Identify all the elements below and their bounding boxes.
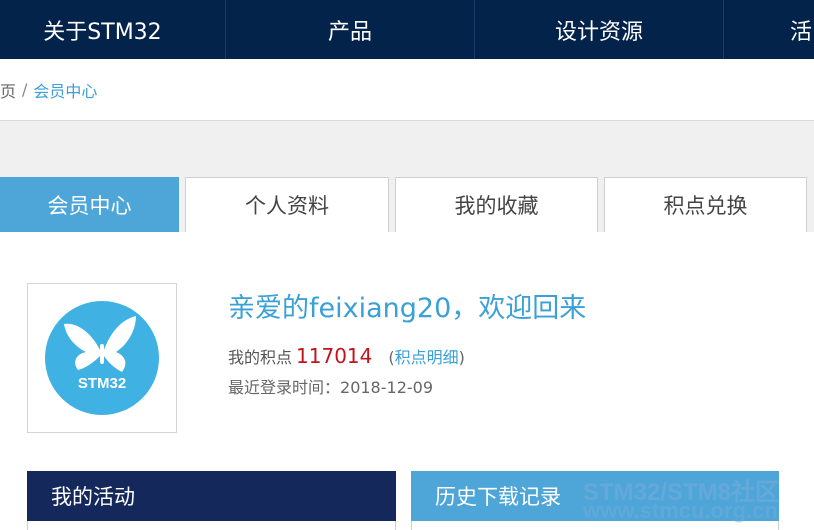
last-login-value: 2018-12-09 (340, 378, 433, 397)
my-activities-body (27, 521, 396, 530)
tab-member-center[interactable]: 会员中心 (0, 177, 179, 232)
tab-profile[interactable]: 个人资料 (185, 177, 389, 232)
breadcrumb-home[interactable]: 页 (0, 78, 16, 102)
breadcrumb: 页 / 会员中心 (0, 59, 814, 121)
points-detail-close: ) (458, 348, 465, 367)
welcome-greeting: 亲爱的feixiang20，欢迎回来 (228, 293, 587, 324)
download-history-title: 历史下载记录 (411, 471, 779, 521)
download-history-body (411, 521, 779, 530)
nav-item-products[interactable]: 产品 (226, 0, 475, 59)
points-detail: (积点明细) (388, 344, 465, 368)
breadcrumb-separator: / (22, 80, 28, 99)
my-activities-title: 我的活动 (27, 471, 396, 521)
member-tabs: 会员中心 个人资料 我的收藏 积点兑换 (0, 177, 814, 232)
avatar: STM32 (27, 283, 177, 433)
points-detail-link[interactable]: 积点明细 (395, 348, 459, 367)
points-line: 我的积点 117014 (积点明细) (228, 344, 465, 368)
stm32-logo-icon: STM32 (45, 301, 159, 415)
points-label: 我的积点 (228, 348, 293, 367)
nav-item-about-stm32[interactable]: 关于STM32 (0, 0, 226, 59)
last-login: 最近登录时间：2018-12-09 (228, 374, 433, 398)
breadcrumb-current[interactable]: 会员中心 (33, 78, 97, 102)
tab-favorites[interactable]: 我的收藏 (395, 177, 598, 232)
download-history-panel: 历史下载记录 (411, 471, 779, 530)
nav-item-activities[interactable]: 活 (724, 0, 814, 59)
points-value: 117014 (296, 344, 373, 368)
my-activities-panel: 我的活动 (27, 471, 396, 530)
nav-item-design-resources[interactable]: 设计资源 (475, 0, 724, 59)
tab-points-exchange[interactable]: 积点兑换 (604, 177, 807, 232)
top-nav: 关于STM32 产品 设计资源 活 (0, 0, 814, 59)
logo-text: STM32 (78, 375, 126, 392)
last-login-label: 最近登录时间： (228, 378, 341, 397)
